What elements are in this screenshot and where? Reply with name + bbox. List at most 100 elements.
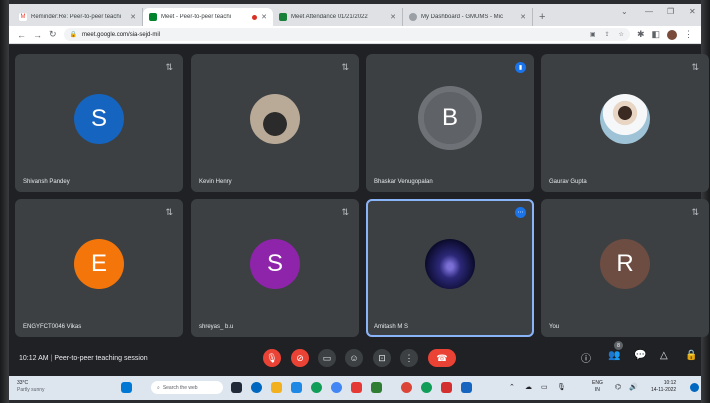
- search-icon: ⌕: [157, 384, 160, 391]
- leave-call-button[interactable]: ☎: [428, 349, 456, 367]
- present-button[interactable]: ⊡: [373, 349, 391, 367]
- store-icon[interactable]: [291, 382, 302, 393]
- participant-name: ENGYFCT0046 Vikas: [23, 324, 82, 330]
- avatar: [600, 94, 650, 144]
- pin-icon[interactable]: ⇅: [165, 62, 173, 73]
- maximize-button[interactable]: ❐: [667, 7, 674, 16]
- clock-date: 14-11-2022: [651, 387, 677, 393]
- tab-reminder[interactable]: M Reminder:Re: Peer-to-peer teachi ✕: [13, 8, 143, 26]
- pin-icon[interactable]: ⇅: [691, 62, 699, 73]
- mic-off-button[interactable]: 🎙: [263, 349, 281, 367]
- tab-bar: M Reminder:Re: Peer-to-peer teachi ✕ Meet …: [9, 4, 701, 26]
- participant-tile[interactable]: E ENGYFCT0046 Vikas ⇅: [15, 199, 183, 337]
- participant-tile[interactable]: R You ⇅: [541, 199, 709, 337]
- pin-icon[interactable]: ⇅: [691, 207, 699, 218]
- back-icon[interactable]: ←: [17, 30, 26, 40]
- mic-tray-icon[interactable]: 🎙: [557, 383, 566, 391]
- volume-icon[interactable]: 🔊: [629, 383, 638, 391]
- url-text: meet.google.com/sia-sejd-mil: [82, 31, 161, 38]
- monitor-bezel-left: [0, 0, 9, 403]
- tray-chevron-icon[interactable]: ⌃: [509, 383, 515, 391]
- minimize-button[interactable]: —: [645, 7, 653, 16]
- new-tab-button[interactable]: +: [539, 11, 545, 23]
- activities-icon[interactable]: △: [660, 350, 668, 361]
- notifications-icon[interactable]: [690, 383, 699, 392]
- close-tab-icon[interactable]: ✕: [130, 13, 136, 21]
- participant-tile[interactable]: B Bhaskar Venugopalan ▮: [366, 54, 534, 192]
- task-view-icon[interactable]: [231, 382, 242, 393]
- avatar: R: [600, 239, 650, 289]
- more-options-icon[interactable]: ⋯: [515, 207, 526, 218]
- camera-icon[interactable]: ▣: [590, 31, 596, 38]
- taskbar-search[interactable]: ⌕ Search the web: [151, 381, 223, 394]
- close-tab-icon[interactable]: ✕: [520, 13, 526, 21]
- close-tab-icon[interactable]: ✕: [390, 13, 396, 21]
- chrome-icon[interactable]: [331, 382, 342, 393]
- emoji-button[interactable]: ☺: [345, 349, 363, 367]
- people-count-badge: 8: [614, 341, 623, 350]
- close-window-button[interactable]: ✕: [689, 7, 696, 16]
- lock-icon: 🔒: [69, 32, 78, 38]
- participant-tile[interactable]: S Shivansh Pandey ⇅: [15, 54, 183, 192]
- tab-label: Meet Attendance 01/21/2022: [291, 14, 368, 20]
- tab-dashboard[interactable]: My Dashboard - GMUMS - Mic ✕: [403, 8, 533, 26]
- participant-tile[interactable]: Kevin Henry ⇅: [191, 54, 359, 192]
- pin-icon[interactable]: ⇅: [165, 207, 173, 218]
- file-explorer-icon[interactable]: [271, 382, 282, 393]
- participant-tile[interactable]: Amitash M S ⋯: [366, 199, 534, 337]
- omnibox[interactable]: 🔒 meet.google.com/sia-sejd-mil ▣ ⇪ ☆: [63, 28, 630, 41]
- control-bar: 10:12 AM | Peer-to-peer teaching session…: [9, 341, 701, 372]
- chrome-profile-icon[interactable]: [401, 382, 412, 393]
- chat-app-icon[interactable]: [251, 382, 262, 393]
- close-tab-icon[interactable]: ✕: [261, 13, 267, 21]
- office-icon[interactable]: [351, 382, 362, 393]
- weather-widget[interactable]: 33°C Partly sunny: [17, 380, 45, 394]
- clock[interactable]: 10:12 14-11-2022: [651, 380, 676, 394]
- meet-app-icon[interactable]: [421, 382, 432, 393]
- host-controls-icon[interactable]: 🔒: [685, 350, 697, 361]
- people-icon[interactable]: 👥: [608, 350, 620, 361]
- app-icon[interactable]: [371, 382, 382, 393]
- share-icon[interactable]: ⇪: [605, 31, 610, 38]
- clock-time: 10:12: [663, 380, 677, 386]
- battery-icon[interactable]: ▭: [541, 383, 548, 391]
- pin-icon[interactable]: ⇅: [341, 62, 349, 73]
- wifi-icon[interactable]: ⌬: [615, 383, 621, 391]
- outlook-icon[interactable]: [461, 382, 472, 393]
- captions-button[interactable]: ▭: [318, 349, 336, 367]
- participant-tile[interactable]: Sshreyas_ b.u ⇅: [191, 199, 359, 337]
- forward-icon[interactable]: →: [33, 30, 42, 40]
- extensions-icon[interactable]: ✱: [637, 29, 645, 40]
- avatar: [425, 239, 475, 289]
- participant-name: You: [549, 324, 560, 330]
- participant-name: Amitash M S: [374, 324, 409, 330]
- edge-icon[interactable]: [311, 382, 322, 393]
- meeting-separator: |: [50, 354, 53, 362]
- participant-tile[interactable]: Gaurav Gupta ⇅: [541, 54, 709, 192]
- language-indicator[interactable]: ENG IN: [592, 380, 603, 394]
- meeting-details-icon[interactable]: ⓘ: [581, 350, 591, 365]
- bookmark-star-icon[interactable]: ☆: [619, 31, 624, 38]
- start-icon[interactable]: [121, 382, 132, 393]
- menu-icon[interactable]: ⋮: [684, 29, 693, 40]
- sidepanel-icon[interactable]: ◧: [651, 29, 660, 40]
- camera-off-button[interactable]: ⊘: [291, 349, 309, 367]
- profile-avatar[interactable]: [667, 29, 677, 40]
- powerpoint-icon[interactable]: [441, 382, 452, 393]
- avatar: S: [74, 94, 124, 144]
- weather-desc: Partly sunny: [17, 387, 45, 393]
- reload-icon[interactable]: ↻: [49, 29, 57, 40]
- participant-name: shreyas_ b.u: [199, 324, 234, 330]
- meet-icon: [149, 13, 157, 21]
- recording-dot-icon: [252, 14, 258, 20]
- cloud-icon[interactable]: ☁: [525, 383, 532, 391]
- chat-icon[interactable]: 💬: [634, 350, 646, 361]
- participant-name: Gaurav Gupta: [549, 179, 587, 185]
- gmail-icon: M: [19, 13, 27, 21]
- more-options-button[interactable]: ⋮: [400, 349, 418, 367]
- avatar: [250, 94, 300, 144]
- tab-search-icon[interactable]: ⌄: [621, 7, 628, 16]
- pin-icon[interactable]: ⇅: [341, 207, 349, 218]
- tab-attendance[interactable]: Meet Attendance 01/21/2022 ✕: [273, 8, 403, 26]
- tab-meet[interactable]: Meet - Peer-to-peer teachi ✕: [143, 8, 273, 26]
